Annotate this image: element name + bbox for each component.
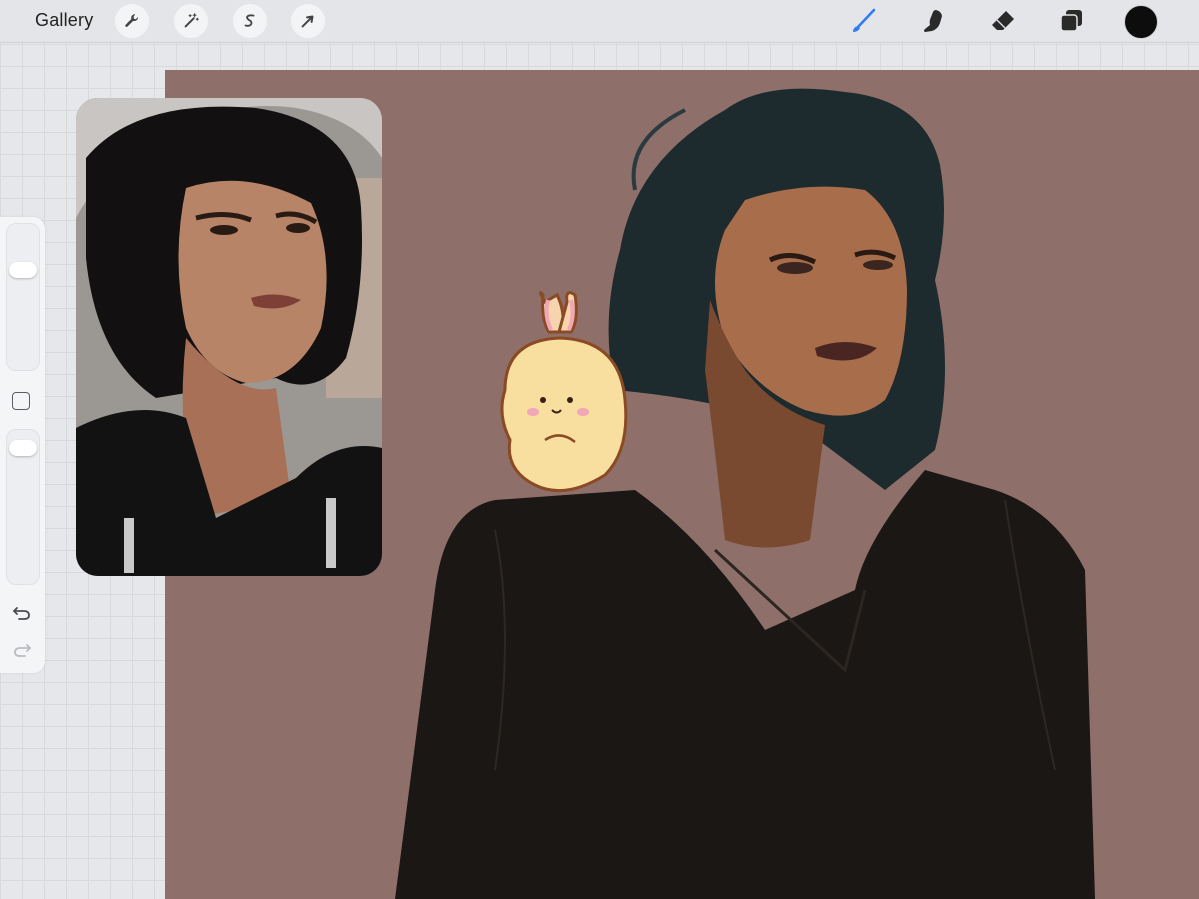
left-sidebar <box>0 217 45 673</box>
smudge-finger-icon[interactable] <box>916 4 950 38</box>
selection-s-icon[interactable] <box>233 4 267 38</box>
arrow-cursor-icon[interactable] <box>291 4 325 38</box>
bunny-sticker <box>500 291 628 493</box>
opacity-thumb[interactable] <box>9 440 37 456</box>
modify-square-icon[interactable] <box>12 392 30 410</box>
eraser-icon[interactable] <box>986 4 1020 38</box>
opacity-slider[interactable] <box>6 429 40 585</box>
brush-size-slider[interactable] <box>6 223 40 371</box>
reference-photo <box>76 98 382 576</box>
reference-photo-panel[interactable] <box>76 98 382 576</box>
magic-wand-icon[interactable] <box>174 4 208 38</box>
undo-icon[interactable] <box>11 602 33 624</box>
brush-size-thumb[interactable] <box>9 262 37 278</box>
gallery-button[interactable]: Gallery <box>35 10 93 31</box>
redo-icon[interactable] <box>11 639 33 661</box>
brush-icon[interactable] <box>846 4 880 38</box>
wrench-icon[interactable] <box>115 4 149 38</box>
layers-icon[interactable] <box>1054 4 1088 38</box>
top-toolbar: Gallery <box>0 0 1199 43</box>
color-swatch-button[interactable] <box>1124 5 1158 39</box>
